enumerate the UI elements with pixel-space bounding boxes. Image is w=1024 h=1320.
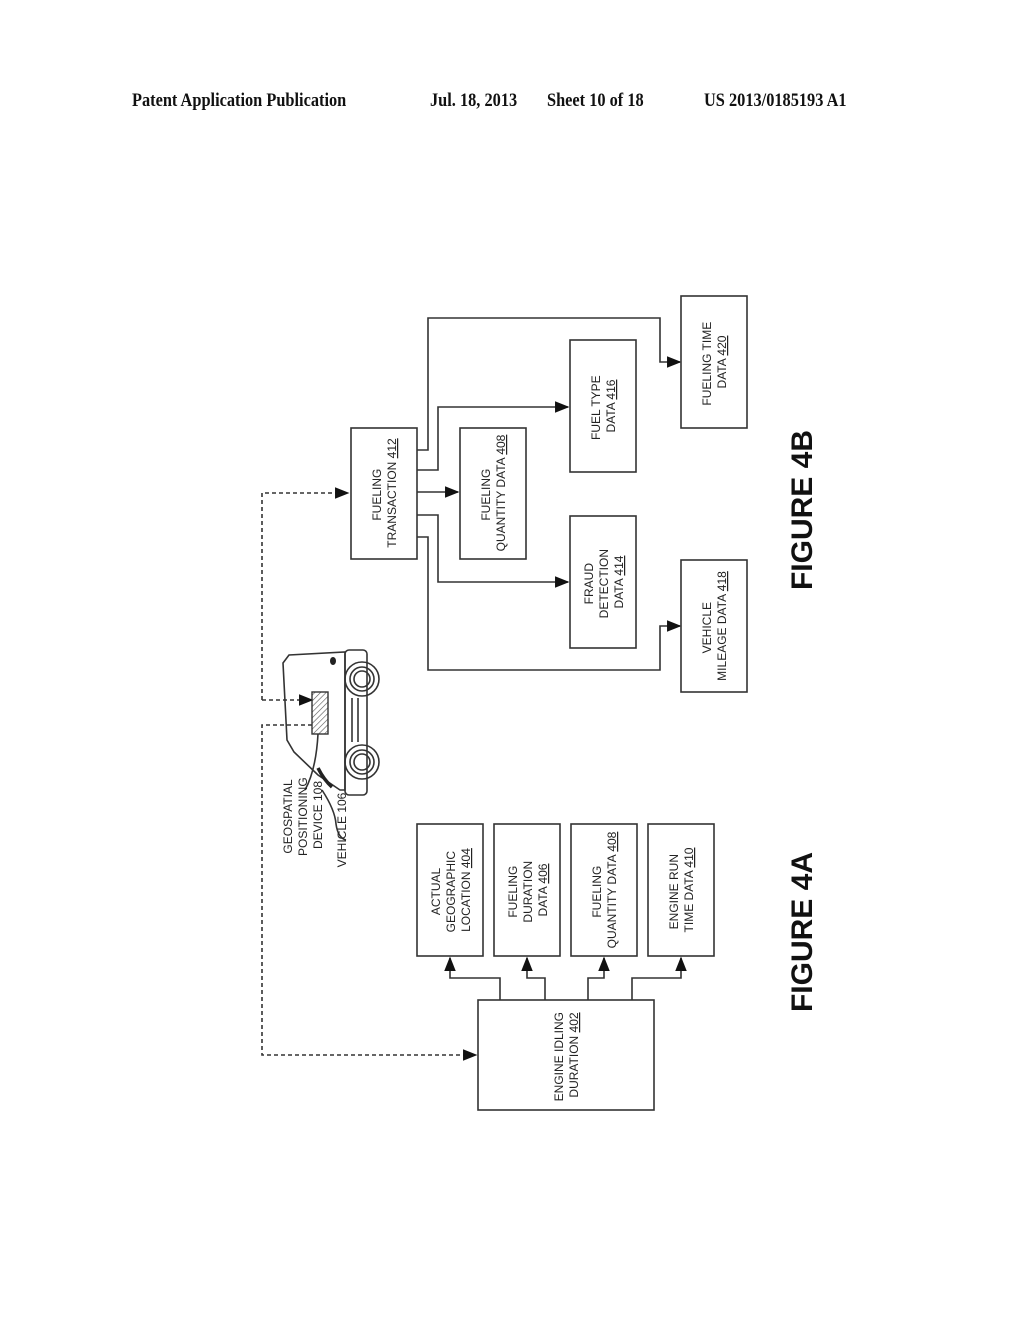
dashed-link-to-fueling-transaction xyxy=(261,487,350,700)
figure-4b-caption: FIGURE 4B xyxy=(786,430,819,590)
fueling-time-data-box xyxy=(680,295,748,429)
figure-4b: FUELING TRANSACTION 412 FUELING QUANTITY… xyxy=(350,295,819,693)
geospatial-device-label: GEOSPATIAL POSITIONING DEVICE 108 xyxy=(281,774,325,856)
fueling-quantity-data-box xyxy=(570,823,638,957)
fueling-transaction-box xyxy=(350,427,418,560)
engine-run-time-data-label: ENGINE RUN TIME DATA 410 xyxy=(667,847,696,932)
connector-to-fueling-time xyxy=(417,317,682,451)
geospatial-device-icon xyxy=(311,691,329,735)
connector-to-fueling-duration xyxy=(521,956,546,1000)
engine-run-time-data-box xyxy=(647,823,715,957)
connector-to-actual-geographic-location xyxy=(444,956,501,1000)
car-icon xyxy=(282,649,380,796)
fuel-type-data-label: FUEL TYPE DATA 416 xyxy=(589,372,618,440)
fueling-quantity-data-box xyxy=(459,427,527,560)
engine-idling-duration-label: ENGINE IDLING DURATION 402 xyxy=(552,1009,581,1102)
vehicle-mileage-data-box xyxy=(680,559,748,693)
fueling-duration-data-label: FUELING DURATION DATA 406 xyxy=(506,857,550,922)
connector-to-vehicle-mileage xyxy=(417,536,682,671)
engine-idling-duration-box xyxy=(477,999,655,1111)
vehicle-illustration: GEOSPATIAL POSITIONING DEVICE 108 VEHICL… xyxy=(261,487,478,1061)
figure-4a-caption: FIGURE 4A xyxy=(786,852,819,1012)
vehicle-label: VEHICLE 106 xyxy=(335,792,349,867)
connector-to-fueling-quantity xyxy=(587,956,610,1000)
fuel-type-data-box xyxy=(569,339,637,473)
connector-to-engine-run-time xyxy=(631,956,687,1000)
patent-figure: FUELING TRANSACTION 412 FUELING QUANTITY… xyxy=(261,295,819,1111)
figure-4a: ENGINE IDLING DURATION 402 ACTUAL GEOGRA… xyxy=(416,823,819,1111)
